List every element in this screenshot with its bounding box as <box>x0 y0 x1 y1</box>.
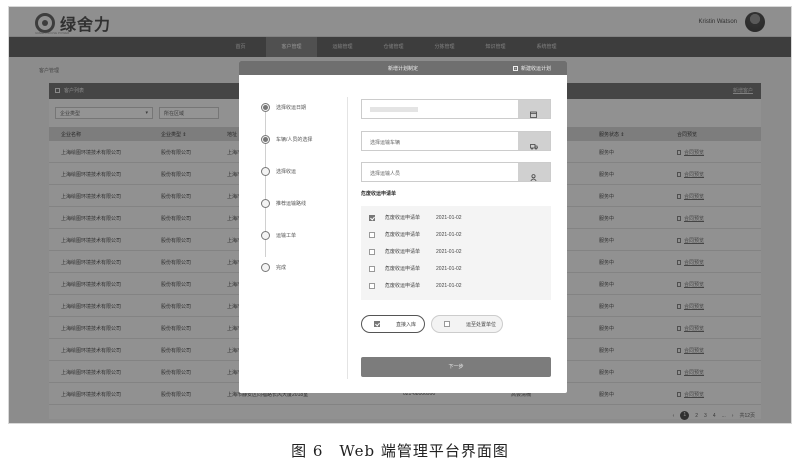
wizard-step[interactable]: 选择收运日期 <box>261 103 306 112</box>
request-date: 2021-01-02 <box>436 265 462 272</box>
disposal-unit-label: 运至处置单位 <box>466 321 497 328</box>
direct-storage-option[interactable]: 直接入库 <box>361 315 425 333</box>
modal-header: 新增计划制定 + 新建收运计划 <box>239 61 567 75</box>
request-checkbox[interactable] <box>369 248 375 255</box>
request-date: 2021-01-02 <box>436 214 462 221</box>
request-date: 2021-01-02 <box>436 231 462 238</box>
staff-select[interactable]: 选择运输人员 <box>361 162 551 182</box>
wizard-step[interactable]: 推荐运输路线 <box>261 199 306 208</box>
request-checkbox[interactable] <box>369 282 375 289</box>
calendar-icon <box>530 105 537 118</box>
step-label: 运输工单 <box>276 233 297 239</box>
staff-placeholder: 选择运输人员 <box>370 171 401 177</box>
figure-caption: 图 6 Web 端管理平台界面图 <box>291 442 509 460</box>
disposal-unit-checkbox[interactable] <box>444 321 450 327</box>
step-indicator-icon <box>261 199 270 208</box>
date-picker-button[interactable] <box>518 100 550 118</box>
wizard-step[interactable]: 运输工单 <box>261 231 296 240</box>
request-checkbox[interactable] <box>369 214 375 221</box>
date-field[interactable] <box>361 99 551 119</box>
step-indicator-icon <box>261 103 270 112</box>
step-label: 完成 <box>276 265 287 271</box>
disposal-unit-option[interactable]: 运至处置单位 <box>431 315 503 333</box>
wizard-step[interactable]: 选择收运 <box>261 167 296 176</box>
request-date: 2021-01-02 <box>436 282 462 289</box>
step-label: 选择收运日期 <box>276 105 307 111</box>
step-label: 选择收运 <box>276 169 297 175</box>
waste-request-item[interactable]: 危废收运申请单 2021-01-02 <box>369 265 462 272</box>
step-indicator-icon <box>261 263 270 272</box>
waste-request-item[interactable]: 危废收运申请单 2021-01-02 <box>369 248 462 255</box>
wizard-step[interactable]: 完成 <box>261 263 286 272</box>
new-plan-label: 新建收运计划 <box>520 66 551 72</box>
next-step-button[interactable]: 下一步 <box>361 357 551 377</box>
staff-picker-button[interactable] <box>518 163 550 182</box>
direct-storage-checkbox[interactable] <box>374 321 380 327</box>
wizard-step[interactable]: 车辆/人员的选择 <box>261 135 312 144</box>
request-label: 危废收运申请单 <box>385 215 421 221</box>
plan-modal: 新增计划制定 + 新建收运计划 选择收运日期 车辆/人员的选择 选择收运推荐运输路线… <box>239 61 567 393</box>
waste-request-item[interactable]: 危废收运申请单 2021-01-02 <box>369 231 462 238</box>
person-icon <box>530 168 537 182</box>
request-date: 2021-01-02 <box>436 248 462 255</box>
truck-icon <box>530 137 539 150</box>
plus-icon: + <box>512 66 518 71</box>
vehicle-picker-button[interactable] <box>518 132 550 150</box>
request-label: 危废收运申请单 <box>385 283 421 289</box>
request-label: 危废收运申请单 <box>385 266 421 272</box>
request-label: 危废收运申请单 <box>385 249 421 255</box>
step-indicator-icon <box>261 135 270 144</box>
step-label: 车辆/人员的选择 <box>276 137 313 143</box>
request-checkbox[interactable] <box>369 231 375 238</box>
waste-request-item[interactable]: 危废收运申请单 2021-01-02 <box>369 282 462 289</box>
vehicle-placeholder: 选择运输车辆 <box>370 140 401 146</box>
request-label: 危废收运申请单 <box>385 232 421 238</box>
date-value <box>370 107 418 112</box>
modal-divider <box>347 97 348 379</box>
app-window: 绿舍力 GREEN HOUSE POWER Kristin Watson 首页客… <box>8 6 792 424</box>
vehicle-select[interactable]: 选择运输车辆 <box>361 131 551 151</box>
new-plan-button[interactable]: + 新建收运计划 <box>512 65 551 72</box>
step-label: 推荐运输路线 <box>276 201 307 207</box>
direct-storage-label: 直接入库 <box>396 321 417 328</box>
step-indicator-icon <box>261 231 270 240</box>
step-indicator-icon <box>261 167 270 176</box>
waste-request-item[interactable]: 危废收运申请单 2021-01-02 <box>369 214 462 221</box>
request-checkbox[interactable] <box>369 265 375 272</box>
waste-request-heading: 危废收运申请单 <box>361 191 397 197</box>
waste-request-list: 危废收运申请单 2021-01-02 危废收运申请单 2021-01-02 危废收运申请… <box>361 206 551 300</box>
